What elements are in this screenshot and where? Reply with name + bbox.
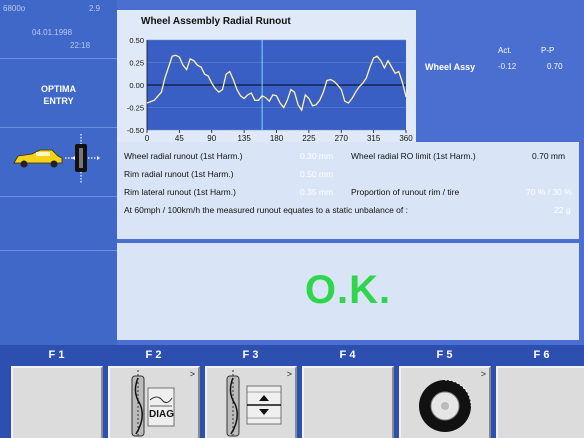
diag-label: DIAG	[149, 409, 174, 420]
software-version: 2.9	[89, 4, 101, 13]
rim-radial-runout-label: Rim radial runout (1st Harm.)	[124, 169, 234, 179]
tire-adjust-icon	[226, 370, 282, 438]
y-tick-label: 0.50	[129, 36, 144, 45]
f1-label: F 1	[48, 349, 65, 361]
x-tick-label: 90	[207, 134, 216, 142]
mode-label: OPTIMA ENTRY	[0, 83, 117, 107]
proportion-label: Proportion of runout rim / tire	[351, 187, 460, 197]
proportion-value: 70 % / 30 %	[526, 187, 572, 197]
pp-column-header: P-P	[541, 46, 555, 55]
y-tick-label: 0.00	[129, 81, 144, 90]
status-ok-text: O.K.	[304, 268, 392, 312]
f4-label: F 4	[339, 349, 356, 361]
wheel-icon	[419, 379, 472, 432]
f3-label: F 3	[242, 349, 259, 361]
wheel-radial-runout-label: Wheel radial runout (1st Harm.)	[124, 151, 243, 161]
sidebar-divider	[0, 250, 117, 251]
date-readout: 04.01.1998	[32, 28, 73, 37]
x-tick-label: 45	[175, 134, 184, 142]
f6-button[interactable]	[496, 366, 584, 438]
f2-diag-button[interactable]: > DIAG	[108, 366, 200, 438]
x-tick-label: 135	[237, 134, 251, 142]
x-tick-label: 180	[270, 134, 284, 142]
sidebar-divider	[0, 58, 117, 59]
vehicle-position-icon	[13, 134, 100, 184]
rim-lateral-runout-label: Rim lateral runout (1st Harm.)	[124, 187, 236, 197]
y-tick-label: -0.50	[127, 126, 144, 135]
x-tick-label: 0	[145, 134, 150, 142]
mode-line-2: ENTRY	[43, 96, 74, 106]
x-tick-label: 270	[335, 134, 349, 142]
f5-wheel-button[interactable]: >	[399, 366, 491, 438]
pp-value: 0.70	[547, 62, 563, 71]
mode-line-1: OPTIMA	[41, 84, 76, 94]
tire-diag-icon	[131, 370, 175, 438]
rim-lateral-runout-value: 0.35 mm	[300, 187, 334, 197]
y-tick-label: 0.25	[129, 59, 144, 68]
sidebar-divider	[0, 196, 117, 197]
unbalance-value: 22 g	[554, 205, 571, 215]
runout-chart: 0.50 0.25 0.00 -0.25 -0.500 45 90 135 180 225 270 3…	[127, 36, 413, 142]
wheel-radial-ro-limit-label: Wheel radial RO limit (1st Harm.)	[351, 151, 476, 161]
x-tick-label: 225	[302, 134, 316, 142]
rim-radial-runout-value: 0.50 mm	[300, 169, 334, 179]
x-tick-label: 360	[399, 134, 413, 142]
unbalance-label: At 60mph / 100km/h the measured runout e…	[124, 205, 408, 215]
y-tick-label: -0.25	[127, 104, 144, 113]
wheel-radial-ro-limit-value: 0.70 mm	[532, 151, 566, 161]
wheel-assy-label: Wheel Assy	[425, 62, 476, 72]
f3-adjust-button[interactable]: >	[205, 366, 297, 438]
f6-label: F 6	[533, 349, 550, 361]
f4-button[interactable]	[302, 366, 394, 438]
x-tick-label: 315	[367, 134, 381, 142]
left-panel: 6800o 2.9 04.01.1998 22:18 OPTIMA ENTRY	[0, 0, 117, 345]
wheel-radial-runout-value: 0.30 mm	[300, 151, 334, 161]
machine-code: 6800o	[3, 4, 26, 13]
act-value: -0.12	[498, 62, 517, 71]
f5-label: F 5	[436, 349, 453, 361]
f2-label: F 2	[145, 349, 162, 361]
act-column-header: Act.	[498, 46, 512, 55]
f1-button[interactable]	[11, 366, 103, 438]
sidebar-divider	[0, 127, 117, 128]
time-readout: 22:18	[70, 41, 91, 50]
